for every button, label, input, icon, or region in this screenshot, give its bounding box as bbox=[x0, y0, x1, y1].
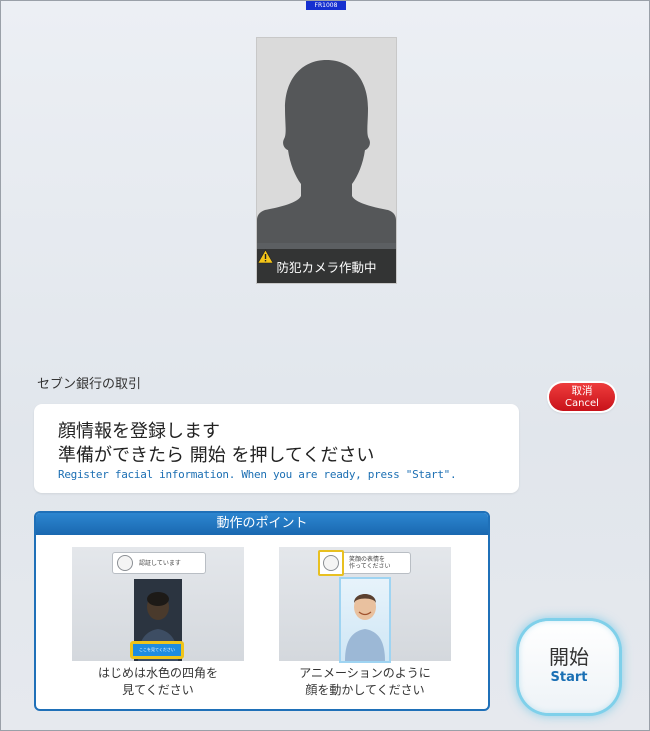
bubble-text: 認証しています bbox=[139, 559, 181, 567]
message-line-english: Register facial information. When you ar… bbox=[58, 468, 457, 481]
start-label-jp: 開始 bbox=[549, 645, 589, 669]
face-outline-icon bbox=[117, 555, 133, 571]
caption-1-line-1: はじめは水色の四角を bbox=[97, 666, 218, 680]
cancel-label-en: Cancel bbox=[565, 398, 599, 409]
blue-target-square: ここを見てください bbox=[130, 641, 184, 659]
message-line-2: 準備ができたら 開始 を押してください bbox=[58, 445, 375, 466]
face-outline-icon bbox=[323, 555, 339, 571]
camera-status-badge: 防犯カメラ作動中 bbox=[257, 249, 396, 283]
transaction-label: セブン銀行の取引 bbox=[37, 377, 142, 392]
warning-triangle-icon bbox=[257, 249, 274, 264]
bubble-text: 笑顔の表情を 作ってください bbox=[349, 556, 391, 570]
face-frame bbox=[318, 550, 344, 576]
camera-status-text: 防犯カメラ作動中 bbox=[276, 259, 377, 275]
cancel-button[interactable]: 取消 Cancel bbox=[549, 383, 615, 411]
smiling-person-icon bbox=[345, 594, 385, 661]
light-portrait bbox=[341, 579, 389, 661]
point-caption-2: アニメーションのように 顔を動かしてください bbox=[265, 665, 465, 699]
start-button[interactable]: 開始 Start bbox=[519, 621, 619, 713]
instruction-message: 顔情報を登録します 準備ができたら 開始 を押してください Register f… bbox=[34, 404, 519, 493]
bubble-text-line-1: 笑顔の表情を bbox=[349, 556, 386, 563]
camera-preview: 防犯カメラ作動中 bbox=[256, 37, 397, 284]
caption-1-line-2: 見てください bbox=[122, 683, 194, 697]
caption-2-line-1: アニメーションのように bbox=[299, 666, 431, 680]
status-bubble: 笑顔の表情を 作ってください bbox=[318, 550, 411, 576]
cancel-label-jp: 取消 bbox=[571, 385, 593, 397]
bubble-text-line-2: 作ってください bbox=[349, 563, 391, 570]
kiosk-screen: FR1008 防犯カメラ作動中 セブン銀行の取引 取消 Cancel 顔情報を登… bbox=[0, 0, 650, 731]
message-line-1: 顔情報を登録します bbox=[58, 421, 220, 442]
start-label-en: Start bbox=[550, 670, 588, 685]
status-bubble: 認証しています bbox=[112, 552, 206, 574]
point-card-2: 笑顔の表情を 作ってください bbox=[279, 547, 451, 661]
point-caption-1: はじめは水色の四角を 見てください bbox=[58, 665, 258, 699]
blue-square-text: ここを見てください bbox=[139, 647, 175, 652]
silhouette-icon bbox=[257, 38, 396, 283]
action-points-title: 動作のポイント bbox=[36, 513, 488, 535]
caption-2-line-2: 顔を動かしてください bbox=[305, 683, 425, 697]
screen-id-badge: FR1008 bbox=[306, 1, 346, 10]
point-card-1: 認証しています ここを見てください bbox=[72, 547, 244, 661]
action-points-panel: 動作のポイント 認証しています ここを見てください 笑顔の表情を 作ってください… bbox=[34, 511, 490, 711]
